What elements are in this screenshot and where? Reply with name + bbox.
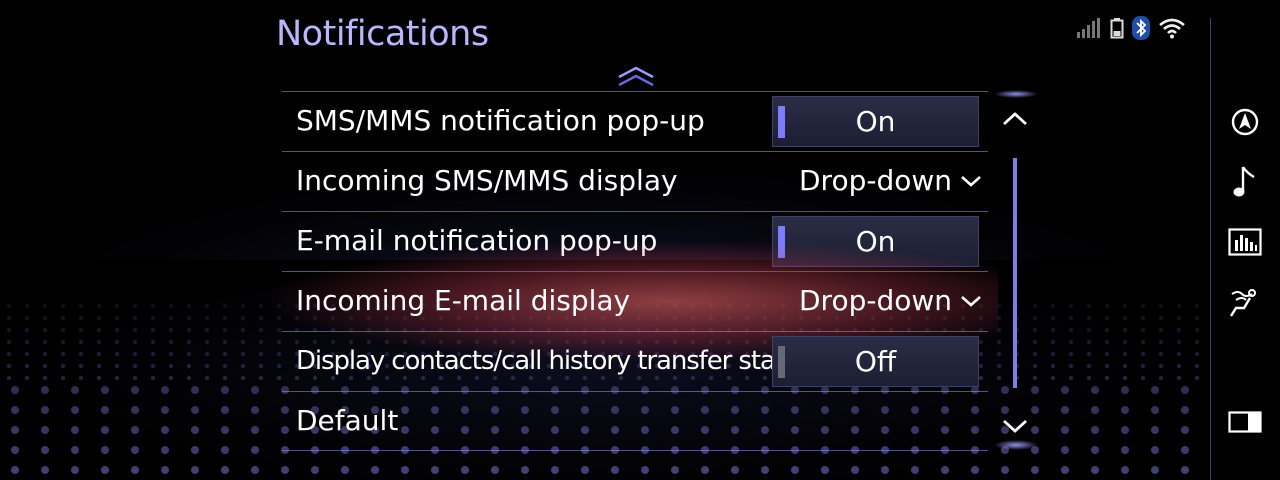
page-title: Notifications	[276, 14, 489, 54]
navigation-icon[interactable]	[1226, 103, 1264, 141]
chevron-up-icon	[1003, 112, 1027, 126]
settings-list: SMS/MMS notification pop-up On Incoming …	[272, 91, 998, 451]
setting-label: Incoming SMS/MMS display	[296, 164, 678, 197]
phone-battery-icon	[1110, 17, 1124, 39]
screen: Notifications SMS/MMS notification pop-u…	[0, 0, 1280, 480]
page-up-double-chevron-icon[interactable]	[617, 66, 655, 90]
setting-row-default[interactable]: Default	[282, 391, 988, 451]
climate-seat-icon[interactable]	[1226, 283, 1264, 321]
scroll-glow	[994, 440, 1038, 450]
toggle-value: On	[855, 105, 896, 138]
split-screen-icon[interactable]	[1226, 403, 1264, 441]
setting-label: SMS/MMS notification pop-up	[296, 104, 705, 137]
setting-label: Default	[296, 404, 399, 437]
scrollbar[interactable]	[1013, 158, 1017, 388]
setting-label: Display contacts/call history transfer s…	[296, 346, 813, 376]
setting-row-email-popup[interactable]: E-mail notification pop-up On	[282, 211, 988, 271]
chevron-down-icon	[1003, 419, 1027, 433]
dropdown-value: Drop-down	[798, 164, 952, 197]
setting-label: Incoming E-mail display	[296, 284, 631, 317]
status-bar	[1076, 14, 1186, 42]
wifi-icon	[1158, 17, 1186, 39]
setting-row-email-display[interactable]: Incoming E-mail display Drop-down	[272, 242, 998, 361]
setting-row-sms-display[interactable]: Incoming SMS/MMS display Drop-down	[282, 151, 988, 211]
signal-strength-icon	[1076, 17, 1102, 39]
side-divider	[1210, 18, 1211, 480]
dropdown-value: Drop-down	[798, 284, 952, 317]
toggle-value: On	[855, 225, 896, 258]
email-display-dropdown[interactable]: Drop-down	[799, 284, 982, 317]
email-popup-toggle[interactable]: On	[772, 216, 979, 267]
sms-display-dropdown[interactable]: Drop-down	[799, 164, 982, 197]
transfer-status-toggle[interactable]: Off	[772, 336, 979, 387]
sms-popup-toggle[interactable]: On	[772, 96, 979, 147]
toggle-value: Off	[854, 345, 897, 378]
setting-label: E-mail notification pop-up	[296, 224, 658, 257]
chevron-down-icon	[961, 295, 981, 307]
chevron-down-icon	[961, 175, 981, 187]
setting-row-transfer-status[interactable]: Display contacts/call history transfer s…	[282, 331, 988, 391]
scroll-up-button[interactable]	[994, 94, 1036, 144]
setting-row-sms-popup[interactable]: SMS/MMS notification pop-up On	[282, 91, 988, 151]
equalizer-icon[interactable]	[1226, 223, 1264, 261]
bluetooth-icon	[1132, 16, 1150, 40]
music-note-icon[interactable]	[1226, 163, 1264, 201]
